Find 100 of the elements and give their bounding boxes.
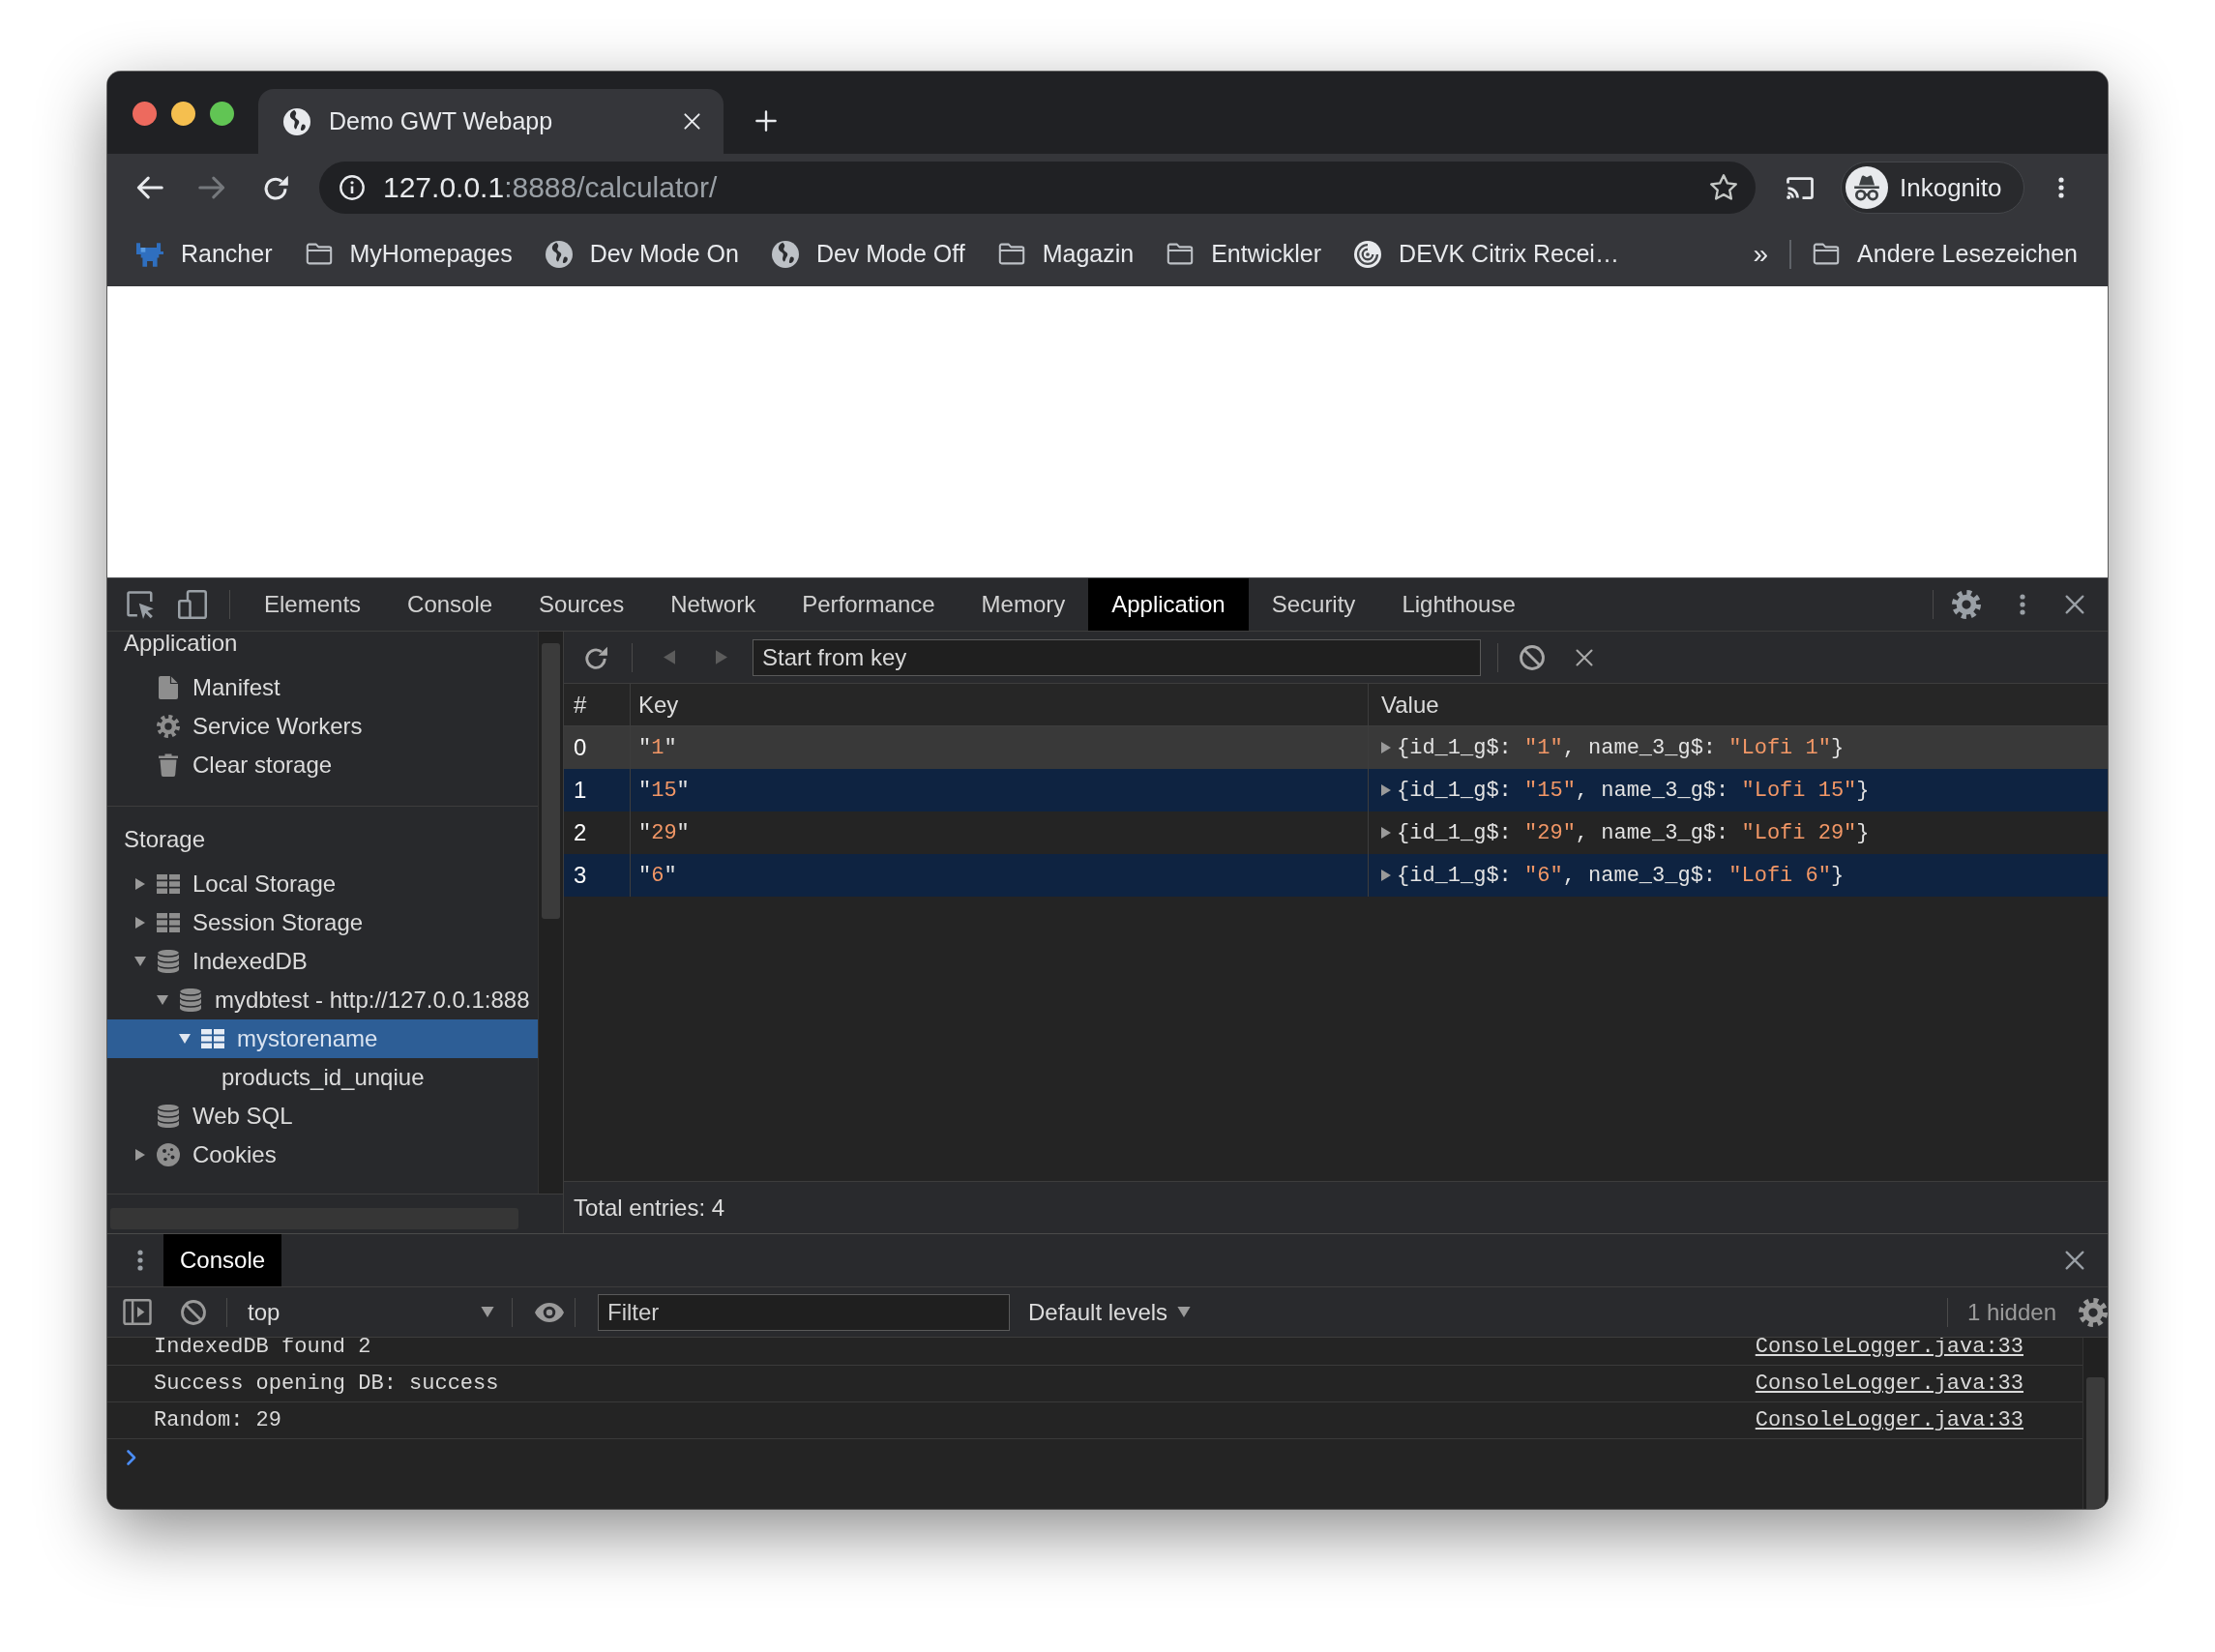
bookmark[interactable]: Dev Mode On xyxy=(545,240,739,268)
drawer-tab[interactable]: Console xyxy=(163,1234,282,1286)
bookmark[interactable]: MyHomepages xyxy=(305,240,513,268)
source-link[interactable]: ConsoleLogger.java:33 xyxy=(1755,1372,2023,1396)
object-preview: {id_1_g$: "1", name_3_g$: "Lofi 1"} xyxy=(1397,735,1845,760)
triangle-down-icon[interactable] xyxy=(178,1034,191,1044)
row-number: 1 xyxy=(574,777,587,804)
caret-icon xyxy=(1177,1307,1192,1317)
cursor-select-icon[interactable] xyxy=(126,590,155,619)
levels-dropdown[interactable]: Default levels xyxy=(1028,1293,1192,1331)
devtools-tab[interactable]: Elements xyxy=(241,578,385,631)
triangle-right-icon[interactable] xyxy=(134,917,145,929)
grid-icon xyxy=(157,874,180,894)
close-icon[interactable] xyxy=(2065,595,2084,614)
star-icon[interactable] xyxy=(1709,173,1738,202)
scrollbar-thumb[interactable] xyxy=(542,643,560,919)
bookmark[interactable]: Magazin xyxy=(997,240,1135,268)
tree-item[interactable]: Session Storage xyxy=(107,903,538,942)
table-row[interactable]: 1 "15" {id_1_g$: "15", name_3_g$: "Lofi 15"} xyxy=(564,769,2108,811)
tree-item[interactable]: products_id_unqiue xyxy=(107,1058,538,1097)
log-message: Success opening DB: success xyxy=(154,1372,499,1396)
address-bar[interactable]: 127.0.0.1:8888/calculator/ xyxy=(319,162,1756,214)
folder-icon xyxy=(1813,243,1841,265)
file-icon xyxy=(159,676,178,699)
more-icon[interactable] xyxy=(137,1250,143,1271)
database-icon xyxy=(158,1105,179,1128)
sidebar-toggle-icon[interactable] xyxy=(123,1299,152,1325)
globe-icon xyxy=(771,240,799,268)
triangle-right-icon[interactable] xyxy=(134,878,145,890)
object-preview: {id_1_g$: "29", name_3_g$: "Lofi 29"} xyxy=(1397,820,1870,845)
key-text: "6" xyxy=(638,863,677,888)
device-icon[interactable] xyxy=(178,590,207,619)
tree-item[interactable]: mydbtest - http://127.0.0.1:888 xyxy=(107,981,538,1019)
devtools-tab[interactable]: Memory xyxy=(958,578,1089,631)
triangle-down-icon[interactable] xyxy=(156,995,168,1005)
devtools-tab[interactable]: Console xyxy=(384,578,517,631)
triangle-right-icon[interactable] xyxy=(134,1149,145,1161)
tree-item[interactable]: Web SQL xyxy=(107,1097,538,1136)
grid-icon xyxy=(201,1029,224,1048)
devtools-tab[interactable]: Network xyxy=(647,578,780,631)
window-close-icon[interactable] xyxy=(133,102,157,126)
expand-arrow-icon[interactable] xyxy=(1381,870,1391,881)
info-icon[interactable] xyxy=(340,175,365,200)
table-row[interactable]: 0 "1" {id_1_g$: "1", name_3_g$: "Lofi 1"} xyxy=(564,726,2108,769)
close-icon[interactable] xyxy=(1576,648,1593,666)
expand-arrow-icon[interactable] xyxy=(1381,827,1391,839)
bookmark[interactable]: Dev Mode Off xyxy=(771,240,965,268)
block-icon[interactable] xyxy=(181,1299,206,1325)
window-minimize-icon[interactable] xyxy=(171,102,195,126)
eye-icon[interactable] xyxy=(535,1302,564,1322)
table-row[interactable]: 3 "6" {id_1_g$: "6", name_3_g$: "Lofi 6"} xyxy=(564,854,2108,897)
source-link[interactable]: ConsoleLogger.java:33 xyxy=(1755,1408,2023,1432)
more-icon[interactable] xyxy=(2020,593,2025,616)
bookmark[interactable]: Rancher xyxy=(136,240,273,268)
devtools-tab[interactable]: Performance xyxy=(779,578,959,631)
close-icon[interactable] xyxy=(2065,1251,2084,1270)
section-header: Application xyxy=(123,632,239,658)
devtools-tab[interactable]: Sources xyxy=(516,578,648,631)
bookmark[interactable]: Entwickler xyxy=(1167,240,1322,268)
triangle-down-icon[interactable] xyxy=(133,957,146,966)
scrollbar-thumb[interactable] xyxy=(2086,1377,2105,1509)
folder-icon xyxy=(1167,243,1195,265)
reload-icon[interactable] xyxy=(583,644,608,670)
profile-button[interactable]: Inkognito xyxy=(1841,162,2024,214)
filter-field[interactable]: Filter xyxy=(598,1293,1010,1331)
bookmark-folder[interactable]: Andere Lesezeichen xyxy=(1813,240,2078,268)
key-text: "29" xyxy=(638,820,690,845)
tree-item[interactable]: Cookies xyxy=(107,1136,538,1174)
cast-icon[interactable] xyxy=(1786,175,1815,200)
more-bookmarks-button[interactable]: » xyxy=(1753,240,1769,268)
key-text: "15" xyxy=(638,778,690,803)
settings-icon[interactable] xyxy=(2079,1297,2108,1327)
globe-icon xyxy=(545,240,573,268)
folder-icon xyxy=(305,243,333,265)
expand-arrow-icon[interactable] xyxy=(1381,742,1391,753)
column-header: Key xyxy=(630,684,1368,725)
tree-item[interactable]: IndexedDB xyxy=(107,942,538,981)
tree-item[interactable]: Service Workers xyxy=(107,707,538,746)
tree-item[interactable]: Manifest xyxy=(107,668,538,707)
object-preview: {id_1_g$: "6", name_3_g$: "Lofi 6"} xyxy=(1397,863,1845,888)
object-preview: {id_1_g$: "15", name_3_g$: "Lofi 15"} xyxy=(1397,778,1870,803)
arrow-left-icon[interactable] xyxy=(136,175,163,200)
settings-icon[interactable] xyxy=(1952,590,1981,619)
expand-arrow-icon[interactable] xyxy=(1381,784,1391,796)
start-key-field[interactable]: Start from key xyxy=(753,638,1481,676)
window-zoom-icon[interactable] xyxy=(210,102,234,126)
plus-icon[interactable] xyxy=(755,110,777,132)
devtools-tab[interactable]: Security xyxy=(1248,578,1379,631)
devtools-tab[interactable]: Application xyxy=(1088,578,1249,631)
bookmark[interactable]: DEVK Citrix Recei… xyxy=(1354,240,1619,268)
browser-tab[interactable]: Demo GWT Webapp xyxy=(258,89,724,154)
tree-item[interactable]: Clear storage xyxy=(107,746,538,784)
block-icon[interactable] xyxy=(1520,644,1545,670)
tree-item[interactable]: mystorename xyxy=(107,1019,538,1058)
context-dropdown[interactable]: top xyxy=(238,1293,499,1331)
key-text: "1" xyxy=(638,735,677,760)
reload-icon[interactable] xyxy=(262,174,289,201)
more-icon[interactable] xyxy=(2057,177,2064,198)
devtools-tab[interactable]: Lighthouse xyxy=(1378,578,1539,631)
tree-item[interactable]: Local Storage xyxy=(107,865,538,903)
